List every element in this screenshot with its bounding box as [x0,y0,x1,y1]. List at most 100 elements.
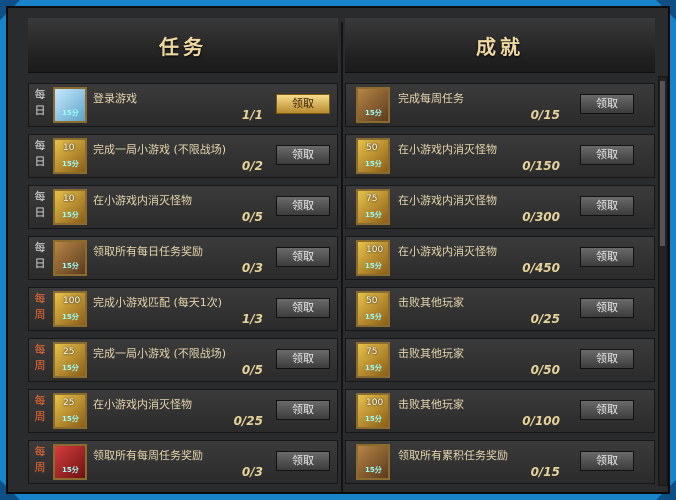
scrollbar-thumb[interactable] [660,81,665,246]
achievement-title: 击败其他玩家 [398,347,464,360]
achievement-progress: 0/25 [530,312,560,326]
reward-icon: 100 15分 [53,291,87,327]
claim-button[interactable]: 领取 [580,298,634,318]
icon-number: 50 [366,143,378,153]
icon-label: 15分 [62,211,79,219]
icon-number: 100 [63,296,81,306]
claim-button[interactable]: 领取 [276,400,330,420]
task-progress: 0/5 [241,210,263,224]
claim-button[interactable]: 领取 [580,196,634,216]
icon-label: 15分 [365,109,382,117]
task-tag: 每日 [34,190,46,219]
icon-label: 15分 [365,415,382,423]
reward-icon: 75 15分 [356,342,390,378]
tab-achievements-label: 成就 [476,34,524,59]
icon-number: 10 [63,194,75,204]
achievement-row: 100 15分 击败其他玩家 0/100 领取 [345,389,655,433]
achievement-progress: 0/150 [522,159,560,173]
task-title: 领取所有每周任务奖励 [93,449,203,462]
claim-button[interactable]: 领取 [276,145,330,165]
icon-number: 100 [366,245,384,255]
task-row: 每日 10 15分 完成一局小游戏 (不限战场) 0/2 领取 [28,134,338,178]
achievement-row: 75 15分 在小游戏内消灭怪物 0/300 领取 [345,185,655,229]
reward-icon: 50 15分 [356,291,390,327]
claim-button[interactable]: 领取 [580,94,634,114]
task-row: 每周 100 15分 完成小游戏匹配 (每天1次) 1/3 领取 [28,287,338,331]
achievement-title: 完成每周任务 [398,92,464,105]
task-row: 每周 25 15分 完成一局小游戏 (不限战场) 0/5 领取 [28,338,338,382]
achievement-row: 50 15分 击败其他玩家 0/25 领取 [345,287,655,331]
icon-label: 15分 [365,313,382,321]
icon-label: 15分 [365,262,382,270]
icon-label: 15分 [62,313,79,321]
task-progress: 0/3 [241,261,263,275]
scrollbar[interactable] [658,76,668,486]
tab-tasks[interactable]: 任务 [28,18,338,73]
task-title: 完成一局小游戏 (不限战场) [93,143,227,156]
achievement-title: 击败其他玩家 [398,398,464,411]
column-divider [341,22,343,492]
achievement-progress: 0/300 [522,210,560,224]
task-row: 每周 15分 领取所有每周任务奖励 0/3 领取 [28,440,338,484]
claim-button[interactable]: 领取 [276,196,330,216]
task-tag: 每周 [34,445,46,474]
claim-button[interactable]: 领取 [580,349,634,369]
reward-icon: 10 15分 [53,189,87,225]
tasks-column: 任务 每日 15分 登录游戏 1/1 领取 每日 10 15分 完成一局小游戏 (… [28,18,338,488]
task-title: 在小游戏内消灭怪物 [93,194,192,207]
achievement-progress: 0/15 [530,108,560,122]
achievement-title: 领取所有累积任务奖励 [398,449,508,462]
icon-label: 15分 [365,364,382,372]
achievement-row: 100 15分 在小游戏内消灭怪物 0/450 领取 [345,236,655,280]
task-title: 登录游戏 [93,92,137,105]
reward-icon: 25 15分 [53,342,87,378]
icon-number: 75 [366,194,378,204]
icon-number: 25 [63,347,75,357]
icon-label: 15分 [62,364,79,372]
task-tag: 每周 [34,292,46,321]
achievement-progress: 0/50 [530,363,560,377]
claim-button[interactable]: 领取 [276,298,330,318]
task-tag: 每日 [34,88,46,117]
icon-number: 50 [366,296,378,306]
achievement-progress: 0/450 [522,261,560,275]
claim-button[interactable]: 领取 [580,247,634,267]
task-progress: 0/25 [233,414,263,428]
icon-label: 15分 [62,466,79,474]
claim-button[interactable]: 领取 [276,94,330,114]
reward-icon: 15分 [356,444,390,480]
task-row: 每日 15分 登录游戏 1/1 领取 [28,83,338,127]
task-progress: 1/3 [241,312,263,326]
claim-button[interactable]: 领取 [276,451,330,471]
icon-label: 15分 [62,415,79,423]
claim-button[interactable]: 领取 [580,451,634,471]
icon-label: 15分 [62,109,79,117]
panel: X 任务 每日 15分 登录游戏 1/1 领取 每日 1015分 完成一局小游戏… [6,6,670,494]
task-progress: 0/3 [241,465,263,479]
achievement-progress: 0/15 [530,465,560,479]
task-tag: 每周 [34,343,46,372]
achievement-title: 在小游戏内消灭怪物 [398,143,497,156]
tab-achievements[interactable]: 成就 [345,18,655,73]
icon-label: 15分 [62,160,79,168]
claim-button[interactable]: 领取 [276,349,330,369]
claim-button[interactable]: 领取 [580,145,634,165]
task-tag: 每周 [34,394,46,423]
task-row: 每周 25 15分 在小游戏内消灭怪物 0/25 领取 [28,389,338,433]
achievement-row: 50 15分 在小游戏内消灭怪物 0/150 领取 [345,134,655,178]
reward-icon: 15分 [53,240,87,276]
achievement-row: 15分 领取所有累积任务奖励 0/15 领取 [345,440,655,484]
icon-number: 10 [63,143,75,153]
icon-number: 25 [63,398,75,408]
task-progress: 0/5 [241,363,263,377]
claim-button[interactable]: 领取 [580,400,634,420]
task-tag: 每日 [34,139,46,168]
icon-number: 75 [366,347,378,357]
achievement-row: 75 15分 击败其他玩家 0/50 领取 [345,338,655,382]
task-title: 在小游戏内消灭怪物 [93,398,192,411]
reward-icon: 10 15分 [53,138,87,174]
claim-button[interactable]: 领取 [276,247,330,267]
achievement-row: 15分 完成每周任务 0/15 领取 [345,83,655,127]
icon-number: 100 [366,398,384,408]
reward-icon: 15分 [53,444,87,480]
